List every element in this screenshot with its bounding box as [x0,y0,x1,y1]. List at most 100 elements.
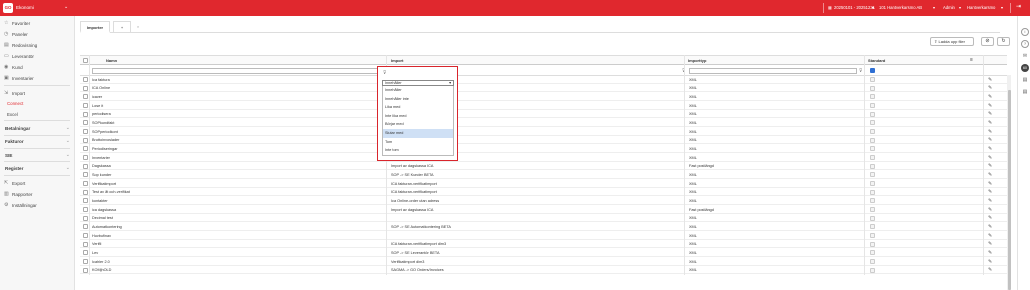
standard-checkbox[interactable] [870,215,875,221]
filter-input-namn[interactable] [92,68,382,74]
filter-funnel-icon[interactable]: ⊽ [383,70,386,76]
chat-icon[interactable]: ✉ [1021,52,1029,60]
table-row[interactable]: Lose it XML ✎ [80,102,1007,110]
role-selector[interactable]: Admin [943,5,955,10]
standard-checkbox[interactable] [870,189,875,195]
edit-pencil-icon[interactable]: ✎ [988,215,992,221]
filter-option-borjar-med[interactable]: Börjar med [383,120,453,129]
tab-close-icon[interactable]: × [131,21,145,33]
sidebar-item-rapporter[interactable]: ▥ Rapporter [0,189,75,200]
edit-pencil-icon[interactable]: ✎ [988,77,992,83]
sidebar-item-inventarier[interactable]: ▣ Inventarier [0,73,75,84]
standard-checkbox[interactable] [870,163,875,169]
filter-option-tom[interactable]: Tom [383,138,453,147]
edit-pencil-icon[interactable]: ✎ [988,233,992,239]
sidebar-item-export[interactable]: ⇱ Export [0,178,75,189]
table-row[interactable]: Automatkontering SOP -> SE Automatkonteri… [80,223,1007,232]
standard-checkbox[interactable] [870,120,875,126]
sidebar-subitem-excel[interactable]: Excel [7,112,18,117]
table-row[interactable]: Ica faktura XML ✎ [80,76,1007,84]
standard-checkbox[interactable] [870,198,875,204]
edit-pencil-icon[interactable]: ✎ [988,224,992,230]
table-row[interactable]: Dagskassa Import av dagskassa ICA Fast pos… [80,163,1007,171]
sidebar-item-installningar[interactable]: ⚙ Inställningar [0,200,75,211]
upload-files-button[interactable]: ⇪ Ladda upp filer [930,37,974,46]
sidebar-group-register[interactable]: Register ⌄ [0,163,75,174]
edit-pencil-icon[interactable]: ✎ [988,259,992,265]
table-row[interactable]: SOPkundfakt XML ✎ [80,119,1007,127]
edit-pencil-icon[interactable]: ✎ [988,129,992,135]
sidebar-group-sie[interactable]: SIE ⌄ [0,150,75,161]
edit-pencil-icon[interactable]: ✎ [988,111,992,117]
table-row[interactable]: SOPperiodkont XML ✎ [80,128,1007,136]
row-checkbox[interactable] [83,241,88,247]
document-icon[interactable]: ▤ [1021,76,1029,84]
row-checkbox[interactable] [83,250,88,256]
edit-pencil-icon[interactable]: ✎ [988,172,992,178]
tab-importer[interactable]: Importer [80,21,110,33]
filter-option-lika-med[interactable]: Lika med [383,103,453,112]
clear-filter-button[interactable]: ⊘ [981,37,994,46]
edit-pencil-icon[interactable]: ✎ [988,207,992,213]
filter-funnel-icon[interactable]: ⊽ [859,68,862,74]
sidebar-group-fakturor[interactable]: Fakturor ⌄ [0,136,75,147]
table-row[interactable]: Icahler 2.0 Verifikatimport dim3 XML ✎ [80,258,1007,266]
row-checkbox[interactable] [83,259,88,265]
column-header-import[interactable]: Import [391,58,403,63]
standard-checkbox[interactable] [870,155,875,161]
table-row[interactable]: Bruttoinvoslader XML ✎ [80,137,1007,145]
period-chevron-icon[interactable]: ▾ [872,5,874,10]
table-row[interactable]: Sop kunder SOP -> SE Kunder BETA XML ✎ [80,171,1007,180]
info-icon[interactable]: i [1021,28,1029,36]
table-row[interactable]: Periodiseringar XML ✎ [80,145,1007,154]
sidebar-item-kund[interactable]: ◉ Kund [0,62,75,73]
edit-pencil-icon[interactable]: ✎ [988,241,992,247]
filter-option-innehaller-inte[interactable]: Innehåller inte [383,95,453,104]
app-menu-chevron-icon[interactable]: ⌄ [64,4,68,10]
company-selector[interactable]: 101 Hantverkarsmo AB [879,5,922,10]
edit-pencil-icon[interactable]: ✎ [988,137,992,143]
row-checkbox[interactable] [83,137,88,143]
filter-option-slutar-med[interactable]: Slutar med [383,128,453,138]
sidebar-group-betalningar[interactable]: Betalningar ⌄ [0,123,75,134]
standard-checkbox[interactable] [870,137,875,143]
grid-scrollbar-thumb[interactable] [1008,90,1011,290]
row-checkbox[interactable] [83,85,88,91]
filter-input-importtyp[interactable] [689,68,857,74]
edit-pencil-icon[interactable]: ✎ [988,85,992,91]
sidebar-item-favoriter[interactable]: ☆ Favoriter [0,18,75,29]
notification-icon[interactable]: 60 [1021,64,1029,72]
document-icon[interactable]: ▤ [1021,88,1029,96]
standard-checkbox[interactable] [870,111,875,117]
sidebar-item-paneler[interactable]: ◷ Paneler [0,29,75,40]
app-title[interactable]: Ekonomi [16,5,34,10]
standard-checkbox[interactable] [870,77,875,82]
standard-checkbox[interactable] [870,94,875,100]
table-row[interactable]: Lev SOP -> SE Leverantör BETA XML ✎ [80,249,1007,258]
sidebar-item-leverantor[interactable]: ▭ Leverantör [0,51,75,62]
edit-pencil-icon[interactable]: ✎ [988,198,992,204]
edit-pencil-icon[interactable]: ✎ [988,181,992,187]
standard-checkbox[interactable] [870,181,875,187]
standard-checkbox[interactable] [870,241,875,247]
role-chevron-icon[interactable]: ▾ [959,5,961,10]
table-row[interactable]: Decimal test XML ✎ [80,215,1007,223]
table-row[interactable]: InventarierSOP -> SE Inventarier BETAXML… [80,154,1007,162]
table-row[interactable]: Verifli ICA fakturan-verifikatimport dim3… [80,241,1007,249]
edit-pencil-icon[interactable]: ✎ [988,103,992,109]
standard-checkbox[interactable] [870,129,875,135]
user-menu[interactable]: Hantverkarsmo [967,5,995,10]
table-row[interactable]: Huvbufinav XML ✎ [80,232,1007,240]
logout-icon[interactable]: ⇥ [1016,3,1021,10]
row-checkbox[interactable] [83,267,88,273]
edit-pencil-icon[interactable]: ✎ [988,250,992,256]
standard-checkbox[interactable] [870,250,875,256]
standard-checkbox[interactable] [870,103,875,108]
select-all-checkbox[interactable] [83,58,88,63]
standard-checkbox[interactable] [870,233,875,239]
filter-standard-checkbox[interactable] [870,68,875,73]
filter-option-inte-tom[interactable]: Inte tom [383,146,453,155]
column-header-namn[interactable]: Namn [106,58,117,63]
row-checkbox[interactable] [83,155,88,161]
table-row[interactable]: periodisera XML ✎ [80,111,1007,119]
